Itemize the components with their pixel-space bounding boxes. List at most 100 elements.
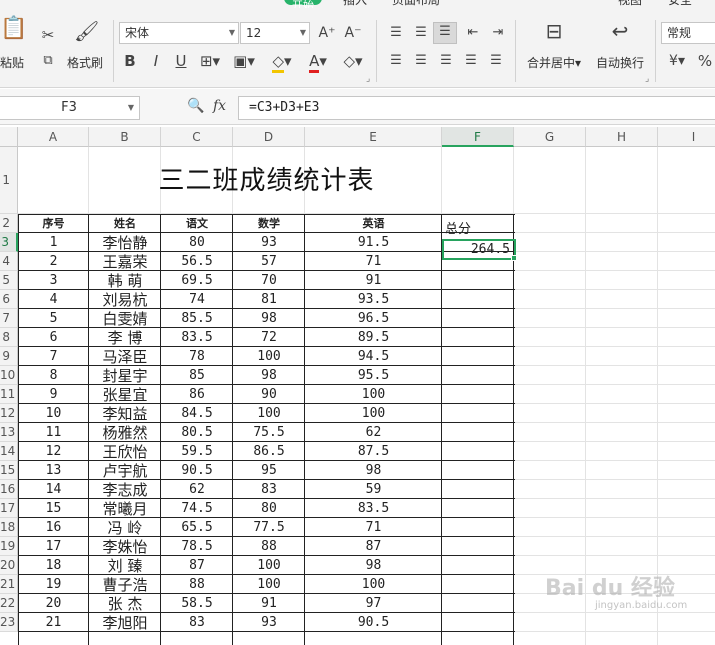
tab-view[interactable]: 视图 [618,0,642,8]
cell-math[interactable]: 100 [233,576,305,594]
cell-english[interactable]: 100 [305,576,442,594]
row-header-5[interactable]: 5 [0,271,18,290]
cell-math[interactable]: 100 [233,405,305,423]
cell-seq[interactable]: 15 [18,500,89,518]
merge-center-button[interactable]: 合并居中▾ [527,54,581,71]
cell-math[interactable]: 81 [233,291,305,309]
cell-seq[interactable]: 18 [18,557,89,575]
row-header-16[interactable]: 16 [0,480,18,499]
cell-english[interactable]: 91 [305,272,442,290]
cell-math[interactable]: 90 [233,386,305,404]
cell-english[interactable]: 95.5 [305,367,442,385]
cell-english[interactable]: 71 [305,519,442,537]
cell-chinese[interactable]: 65.5 [161,519,233,537]
cell-seq[interactable]: 1 [18,234,89,252]
cell-english[interactable]: 87 [305,538,442,556]
column-header-i[interactable]: I [658,127,715,147]
cell-seq[interactable]: 12 [18,443,89,461]
cell-name[interactable]: 冯 岭 [89,519,161,537]
cell-english[interactable]: 71 [305,253,442,271]
formula-input[interactable]: =C3+D3+E3 [238,96,715,120]
cell-seq[interactable]: 7 [18,348,89,366]
column-header-b[interactable]: B [89,127,161,147]
column-header-c[interactable]: C [161,127,233,147]
cell-name[interactable]: 张 杰 [89,595,161,613]
cell-chinese[interactable]: 58.5 [161,595,233,613]
cell-english[interactable]: 83.5 [305,500,442,518]
cell-english[interactable]: 97 [305,595,442,613]
column-header-e[interactable]: E [305,127,442,147]
cell-chinese[interactable]: 74 [161,291,233,309]
cell-seq[interactable]: 14 [18,481,89,499]
align-left-icon[interactable]: ☰ [386,52,406,70]
tab-start-active[interactable]: 开始 [284,0,322,8]
cell-math[interactable]: 100 [233,348,305,366]
cell-chinese[interactable]: 83.5 [161,329,233,347]
cell-chinese[interactable]: 62 [161,481,233,499]
cell-name[interactable]: 韩 萌 [89,272,161,290]
cell-math[interactable]: 80 [233,500,305,518]
currency-icon[interactable]: ¥▾ [664,52,690,70]
cell-name[interactable]: 李姝怡 [89,538,161,556]
cell-math[interactable]: 98 [233,310,305,328]
cell-chinese[interactable]: 88 [161,576,233,594]
wrap-text-icon[interactable]: ↩ [606,21,634,50]
cell-math[interactable]: 98 [233,367,305,385]
cell-chinese[interactable]: 80 [161,234,233,252]
cell-math[interactable]: 100 [233,557,305,575]
cell-name[interactable]: 卢宇航 [89,462,161,480]
row-header-18[interactable]: 18 [0,518,18,537]
cell-chinese[interactable]: 59.5 [161,443,233,461]
cell-chinese[interactable]: 85 [161,367,233,385]
cell-seq[interactable]: 6 [18,329,89,347]
name-box[interactable]: F3 ▼ [0,96,140,120]
row-header-20[interactable]: 20 [0,556,18,575]
tab-security[interactable]: 安全 [668,0,692,8]
cell-name[interactable]: 马泽臣 [89,348,161,366]
cell-name[interactable]: 王欣怡 [89,443,161,461]
cell-chinese[interactable]: 56.5 [161,253,233,271]
row-header-17[interactable]: 17 [0,499,18,518]
header-cell-math[interactable]: 数学 [233,215,305,233]
cell-english[interactable]: 100 [305,386,442,404]
row-header-4[interactable]: 4 [0,252,18,271]
cell-english[interactable]: 98 [305,557,442,575]
cell-english[interactable]: 96.5 [305,310,442,328]
header-cell-english[interactable]: 英语 [305,215,442,233]
total-header-cell[interactable]: 总分 [445,220,515,239]
font-color-icon[interactable]: A▾ [305,52,331,73]
format-painter-icon[interactable]: 🖌 [74,21,99,41]
justify-icon[interactable]: ☰ [461,52,481,70]
row-header-8[interactable]: 8 [0,328,18,347]
increase-font-icon[interactable]: A⁺ [317,24,337,42]
cell-chinese[interactable]: 69.5 [161,272,233,290]
percent-icon[interactable]: % [695,52,715,70]
cell-english[interactable]: 94.5 [305,348,442,366]
cell-english[interactable]: 90.5 [305,614,442,632]
row-header-9[interactable]: 9 [0,347,18,366]
distributed-icon[interactable]: ☰ [486,52,506,70]
cell-math[interactable]: 93 [233,614,305,632]
cell-english[interactable]: 62 [305,424,442,442]
cell-seq[interactable]: 4 [18,291,89,309]
cell-english[interactable]: 100 [305,405,442,423]
select-all-corner[interactable] [0,127,18,147]
header-cell-seq[interactable]: 序号 [18,215,89,233]
increase-indent-icon[interactable]: ⇥ [488,24,508,42]
decrease-indent-icon[interactable]: ⇤ [463,24,483,42]
cell-name[interactable]: 李志成 [89,481,161,499]
tab-page-layout[interactable]: 页面布局 [392,0,440,8]
column-header-g[interactable]: G [514,127,586,147]
cell-seq[interactable]: 3 [18,272,89,290]
cell-name[interactable]: 杨雅然 [89,424,161,442]
row-header-22[interactable]: 22 [0,594,18,613]
align-right-icon[interactable]: ☰ [436,52,456,70]
cell-seq[interactable]: 11 [18,424,89,442]
copy-icon[interactable]: ⧉ [38,52,58,70]
zoom-search-icon[interactable]: 🔍 [187,98,204,114]
underline-icon[interactable]: U [172,52,190,70]
format-painter-button[interactable]: 格式刷 [67,54,103,71]
italic-icon[interactable]: I [147,52,165,70]
conditional-format-icon[interactable]: ▣▾ [232,52,256,70]
cell-chinese[interactable]: 74.5 [161,500,233,518]
